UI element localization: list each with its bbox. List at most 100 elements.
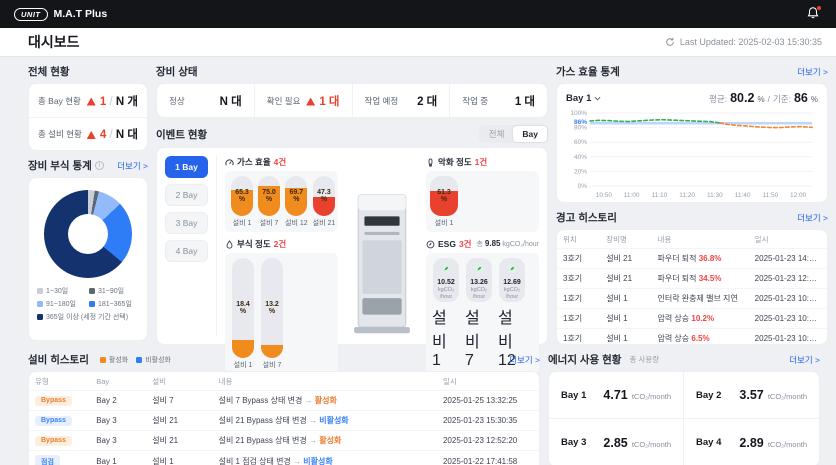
gauge: 13.2%설비 7	[260, 258, 284, 370]
legend-item: 365일 이상 (세정 기간 선택)	[37, 312, 139, 322]
scope-toggle-Bay[interactable]: Bay	[513, 126, 547, 142]
equip-status-cell: 작업 중1 대	[449, 84, 547, 117]
legend-item: 181~365일	[89, 299, 139, 309]
main-content: 전체 현황 총 Bay 현황 1 / N 개총 설비 현황 4 / N 대 장비…	[0, 57, 836, 345]
brand: UNIT M.A.T Plus	[14, 8, 107, 21]
energy-more-link[interactable]: 더보기 >	[789, 354, 820, 366]
equip-history-more-link[interactable]: 더보기 >	[509, 354, 540, 366]
info-icon[interactable]: i	[95, 161, 104, 170]
brand-name: M.A.T Plus	[54, 8, 108, 20]
equip-status-cell: 확인 필요 1 대	[254, 84, 352, 117]
gauge: 61.3%설비 1	[432, 176, 456, 228]
svg-text:11:10: 11:10	[651, 192, 667, 199]
last-updated: Last Updated: 2025-02-03 15:30:35	[665, 37, 822, 47]
energy-section: 에너지 사용 현황 총 사용량 더보기 > Bay 14.71 tCO₂/mon…	[548, 345, 820, 465]
svg-text:11:00: 11:00	[624, 192, 640, 199]
overall-value: 1 / N 개	[87, 93, 138, 109]
table-row: 3호기설비 21파우더 퇴적 36.8%2025-01-23 14:53:31	[557, 249, 827, 269]
history-legend: 활성화비활성화	[100, 355, 171, 365]
refresh-icon[interactable]	[665, 37, 675, 47]
column-header: 내용	[651, 230, 748, 249]
column-header: 일시	[749, 230, 827, 249]
page-header: 대시보드 Last Updated: 2025-02-03 15:30:35	[0, 28, 836, 57]
bay-tab-1[interactable]: 1 Bay	[165, 156, 208, 178]
table-row: 1호기설비 1압력 상승 6.5%2025-01-23 10:05:15	[557, 329, 827, 346]
table-row: 3호기설비 21파우더 퇴적 34.5%2025-01-23 12:52:20	[557, 269, 827, 289]
svg-text:10:50: 10:50	[596, 192, 613, 199]
svg-text:11:30: 11:30	[707, 192, 723, 199]
donut-legend: 1~30일31~90일91~180일181~365일365일 이상 (세정 기간…	[37, 286, 139, 322]
status-badge: 점검	[35, 455, 60, 465]
table-row: 1호기설비 1인터락 완충제 밸브 지연2025-01-23 10:22:52	[557, 289, 827, 309]
table-row: BypassBay 2설비 7설비 7 Bypass 상태 변경 → 활성화20…	[29, 391, 539, 411]
gauge-pill: 18.4%	[232, 258, 254, 358]
bay-tab-3[interactable]: 3 Bay	[165, 212, 208, 234]
event-main: 가스 효율 4건 65.3%설비 175.0%설비 769.7%설비 1247.…	[225, 156, 539, 336]
column-header: 설비	[146, 372, 212, 391]
gauge: 69.7%설비 12	[285, 176, 308, 228]
energy-cell-bay-4: Bay 42.89 tCO₂/month	[684, 419, 819, 465]
overall-status-card: 총 Bay 현황 1 / N 개총 설비 현황 4 / N 대	[28, 83, 148, 151]
energy-usage-card: Bay 14.71 tCO₂/monthBay 23.57 tCO₂/month…	[548, 371, 820, 465]
gauge-pill: 13.2%	[261, 258, 283, 358]
gauge-pill: 69.7%	[285, 176, 307, 216]
corrosion-donut-chart	[44, 190, 132, 278]
leaf-icon	[442, 264, 451, 273]
gas-stats-more-link[interactable]: 더보기 >	[797, 66, 828, 78]
scope-toggle-전체[interactable]: 전체	[480, 126, 514, 142]
table-row: BypassBay 3설비 21설비 21 Bypass 상태 변경 → 활성화…	[29, 431, 539, 451]
column-header: Bay	[90, 372, 146, 391]
warning-content: 파우더 퇴적 34.5%	[651, 269, 748, 289]
gas-stats-title: 가스 효율 통계	[556, 64, 620, 79]
notification-bell-icon[interactable]	[806, 6, 822, 22]
column-header: 장비명	[600, 230, 651, 249]
svg-text:20%: 20%	[574, 168, 587, 175]
warning-history-more-link[interactable]: 더보기 >	[797, 212, 828, 224]
gauge-pill: 61.3%	[430, 176, 458, 216]
column-header: 유형	[29, 372, 90, 391]
bay-tab-4[interactable]: 4 Bay	[165, 240, 208, 262]
equip-status-cell: 작업 예정2 대	[352, 84, 450, 117]
notification-dot	[817, 6, 821, 10]
overall-label: 총 설비 현황	[38, 128, 82, 140]
leaf-icon	[475, 264, 484, 273]
svg-text:11:20: 11:20	[679, 192, 695, 199]
legend-item: 활성화	[100, 355, 128, 365]
svg-text:40%: 40%	[574, 154, 587, 161]
bay-tab-2[interactable]: 2 Bay	[165, 184, 208, 206]
gauge: 47.3%설비 21	[313, 176, 336, 228]
bottom-row: 설비 히스토리 활성화비활성화 더보기 > 유형Bay설비내용일시 Bypass…	[0, 345, 836, 465]
warning-content: 압력 상승 10.2%	[651, 309, 748, 329]
esg-card: 13.26kgCO₂/hour	[466, 258, 492, 302]
status-badge: Bypass	[35, 436, 72, 446]
overall-status-row: 총 Bay 현황 1 / N 개	[29, 84, 147, 117]
gas-stats-card: Bay 1 평균:80.2% / 기준:86% 100%80%60%40%20%…	[556, 83, 828, 203]
column-header: 위치	[557, 230, 600, 249]
bay-tabs: 1 Bay 2 Bay 3 Bay 4 Bay	[165, 156, 217, 336]
svg-text:11:40: 11:40	[735, 192, 751, 199]
svg-text:86%: 86%	[574, 119, 587, 126]
svg-text:100%: 100%	[570, 110, 587, 117]
brand-logo: UNIT	[14, 8, 48, 21]
gauge-pill: 65.3%	[231, 176, 253, 216]
warning-icon	[87, 98, 96, 106]
history-content: 설비 21 Bypass 상태 변경 → 비활성화	[213, 411, 437, 431]
column-header: 내용	[213, 372, 437, 391]
corrosion-stats-more-link[interactable]: 더보기 >	[117, 160, 148, 172]
equip-history-title: 설비 히스토리 활성화비활성화	[28, 352, 171, 367]
overall-status-row: 총 설비 현황 4 / N 대	[29, 117, 147, 150]
overall-label: 총 Bay 현황	[38, 95, 81, 107]
bay-select-dropdown[interactable]: Bay 1	[566, 93, 601, 104]
thermometer-icon	[426, 158, 435, 167]
equip-history-section: 설비 히스토리 활성화비활성화 더보기 > 유형Bay설비내용일시 Bypass…	[28, 345, 540, 465]
warning-history-title: 경고 히스토리	[556, 210, 617, 225]
middle-column: 장비 상태 정상N 대확인 필요 1 대작업 예정2 대작업 중1 대 이벤트 …	[156, 57, 548, 345]
droplet-icon	[225, 240, 234, 249]
gauge-pill: 75.0%	[258, 176, 280, 216]
gauge-icon	[225, 158, 234, 167]
svg-text:11:50: 11:50	[762, 192, 778, 199]
legend-item: 1~30일	[37, 286, 87, 296]
corrosion-stats-title: 장비 부식 통계 i	[28, 158, 104, 173]
gauge: 18.4%설비 1	[231, 258, 255, 370]
equip-history-card: 유형Bay설비내용일시 BypassBay 2설비 7설비 7 Bypass 상…	[28, 371, 540, 465]
